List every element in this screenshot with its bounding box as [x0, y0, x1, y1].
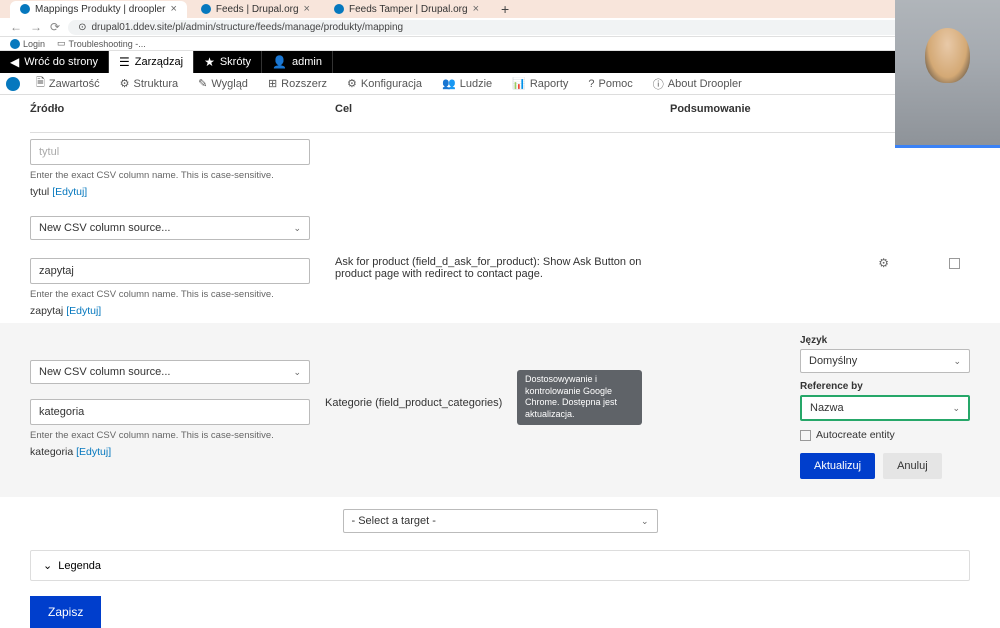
source-label: tytul [Edytuj]	[30, 186, 320, 198]
tab[interactable]: Feeds Tamper | Drupal.org×	[324, 1, 489, 18]
header-source: Źródło	[30, 103, 335, 127]
puzzle-icon: ⊞	[268, 77, 277, 90]
source-label: kategoria [Edytuj]	[30, 446, 310, 458]
address-bar[interactable]: ⊙drupal01.ddev.site/pl/admin/structure/f…	[68, 20, 990, 35]
favicon	[201, 4, 211, 14]
url-bar: ← → ⟳ ⊙drupal01.ddev.site/pl/admin/struc…	[0, 18, 1000, 37]
main-content: Źródło Cel Podsumowanie Konfi- guruj Ent…	[0, 95, 1000, 628]
update-button[interactable]: Aktualizuj	[800, 453, 875, 479]
nav-config[interactable]: ⚙Konfiguracja	[337, 73, 432, 94]
file-icon: 🗎	[36, 74, 45, 93]
edit-link[interactable]: [Edytuj]	[52, 186, 87, 198]
browser-tabs: Mappings Produkty | droopler× Feeds | Dr…	[0, 0, 1000, 18]
chevron-down-icon: ⌄	[293, 223, 301, 234]
chevron-down-icon: ⌄	[293, 367, 301, 378]
language-select[interactable]: Domyślny⌄	[800, 349, 970, 373]
save-button[interactable]: Zapisz	[30, 596, 101, 628]
user-icon: 👤	[272, 55, 287, 69]
help-icon: ?	[588, 78, 594, 90]
header-target: Cel	[335, 103, 670, 127]
gear-icon[interactable]: ⚙	[878, 256, 889, 270]
user-menu[interactable]: 👤admin	[262, 51, 333, 73]
source-input[interactable]	[30, 399, 310, 425]
folder-icon: ▭	[57, 38, 66, 49]
nav-content[interactable]: 🗎Zawartość	[26, 73, 110, 94]
webcam-overlay	[895, 0, 1000, 148]
gear-icon: ⚙	[347, 77, 357, 90]
star-icon: ★	[204, 55, 215, 69]
mapping-row-1: Enter the exact CSV column name. This is…	[30, 133, 970, 204]
autocreate-row: Autocreate entity	[800, 429, 970, 441]
nav-appearance[interactable]: ✎Wygląd	[188, 73, 258, 94]
help-text: Enter the exact CSV column name. This is…	[30, 430, 310, 441]
site-info-icon: ⊙	[78, 22, 86, 33]
help-text: Enter the exact CSV column name. This is…	[30, 170, 320, 181]
edit-link[interactable]: [Edytuj]	[66, 305, 101, 317]
close-icon[interactable]: ×	[304, 3, 310, 15]
info-icon: ⓘ	[653, 76, 664, 92]
source-input[interactable]	[30, 258, 310, 284]
cancel-button[interactable]: Anuluj	[883, 453, 942, 479]
close-icon[interactable]: ×	[170, 3, 176, 15]
unique-checkbox[interactable]	[949, 258, 960, 269]
bookmarks-bar: Login ▭Troubleshooting -...	[0, 37, 1000, 51]
autocreate-label: Autocreate entity	[816, 429, 895, 441]
admin-subnav: 🗎Zawartość ⚙Struktura ✎Wygląd ⊞Rozszerz …	[0, 73, 1000, 95]
chevron-down-icon: ⌄	[641, 516, 649, 527]
tab-active[interactable]: Mappings Produkty | droopler×	[10, 1, 187, 18]
forward-button[interactable]: →	[30, 20, 42, 34]
new-tab-button[interactable]: +	[493, 1, 517, 17]
chart-icon: 📊	[512, 77, 526, 90]
favicon	[10, 39, 20, 49]
back-button[interactable]: ←	[10, 20, 22, 34]
favicon	[20, 4, 30, 14]
source-select[interactable]: New CSV column source...⌄	[30, 360, 310, 384]
nav-extend[interactable]: ⊞Rozszerz	[258, 73, 337, 94]
target-description: Ask for product (field_d_ask_for_product…	[335, 216, 670, 280]
reference-by-select[interactable]: Nazwa⌄	[800, 395, 970, 421]
chrome-update-tooltip: Dostosowywanie i kontrolowanie Google Ch…	[517, 370, 642, 425]
bookmark-login[interactable]: Login	[10, 39, 45, 49]
target-select[interactable]: - Select a target -⌄	[343, 509, 658, 533]
reference-by-label: Reference by	[800, 381, 970, 392]
tab[interactable]: Feeds | Drupal.org×	[191, 1, 320, 18]
tree-icon: ⚙	[120, 77, 130, 90]
shortcuts[interactable]: ★Skróty	[194, 51, 262, 73]
brush-icon: ✎	[198, 77, 207, 90]
nav-reports[interactable]: 📊Raporty	[502, 73, 578, 94]
manage-toggle[interactable]: ☰Zarządzaj	[109, 51, 194, 73]
nav-people[interactable]: 👥Ludzie	[432, 73, 502, 94]
admin-toolbar: ◀Wróć do strony ☰Zarządzaj ★Skróty 👤admi…	[0, 51, 1000, 73]
source-select[interactable]: New CSV column source...⌄	[30, 216, 310, 240]
help-text: Enter the exact CSV column name. This is…	[30, 289, 320, 300]
bookmark-troubleshooting[interactable]: ▭Troubleshooting -...	[57, 38, 146, 49]
chevron-down-icon: ⌄	[952, 403, 960, 414]
nav-about[interactable]: ⓘAbout Droopler	[643, 73, 752, 94]
add-target-row: - Select a target -⌄	[30, 497, 970, 545]
menu-icon: ☰	[119, 55, 130, 69]
reload-button[interactable]: ⟳	[50, 20, 60, 34]
header-summary: Podsumowanie	[670, 103, 850, 127]
people-icon: 👥	[442, 77, 456, 90]
edit-link[interactable]: [Edytuj]	[76, 446, 111, 458]
favicon	[334, 4, 344, 14]
back-to-site[interactable]: ◀Wróć do strony	[0, 51, 109, 73]
mapping-row-3: New CSV column source...⌄ Enter the exac…	[0, 323, 1000, 497]
legend-details[interactable]: ⌄ Legenda	[30, 550, 970, 581]
chevron-down-icon: ⌄	[953, 356, 961, 367]
table-header: Źródło Cel Podsumowanie Konfi- guruj	[30, 95, 970, 133]
autocreate-checkbox[interactable]	[800, 430, 811, 441]
close-icon[interactable]: ×	[473, 3, 479, 15]
mapping-row-2: New CSV column source...⌄ Enter the exac…	[30, 204, 970, 323]
drupal-logo-icon[interactable]	[6, 77, 20, 91]
source-input[interactable]	[30, 139, 310, 165]
source-label: zapytaj [Edytuj]	[30, 305, 320, 317]
nav-structure[interactable]: ⚙Struktura	[110, 73, 189, 94]
language-label: Język	[800, 335, 970, 346]
nav-help[interactable]: ?Pomoc	[578, 73, 642, 94]
arrow-left-icon: ◀	[10, 55, 19, 69]
